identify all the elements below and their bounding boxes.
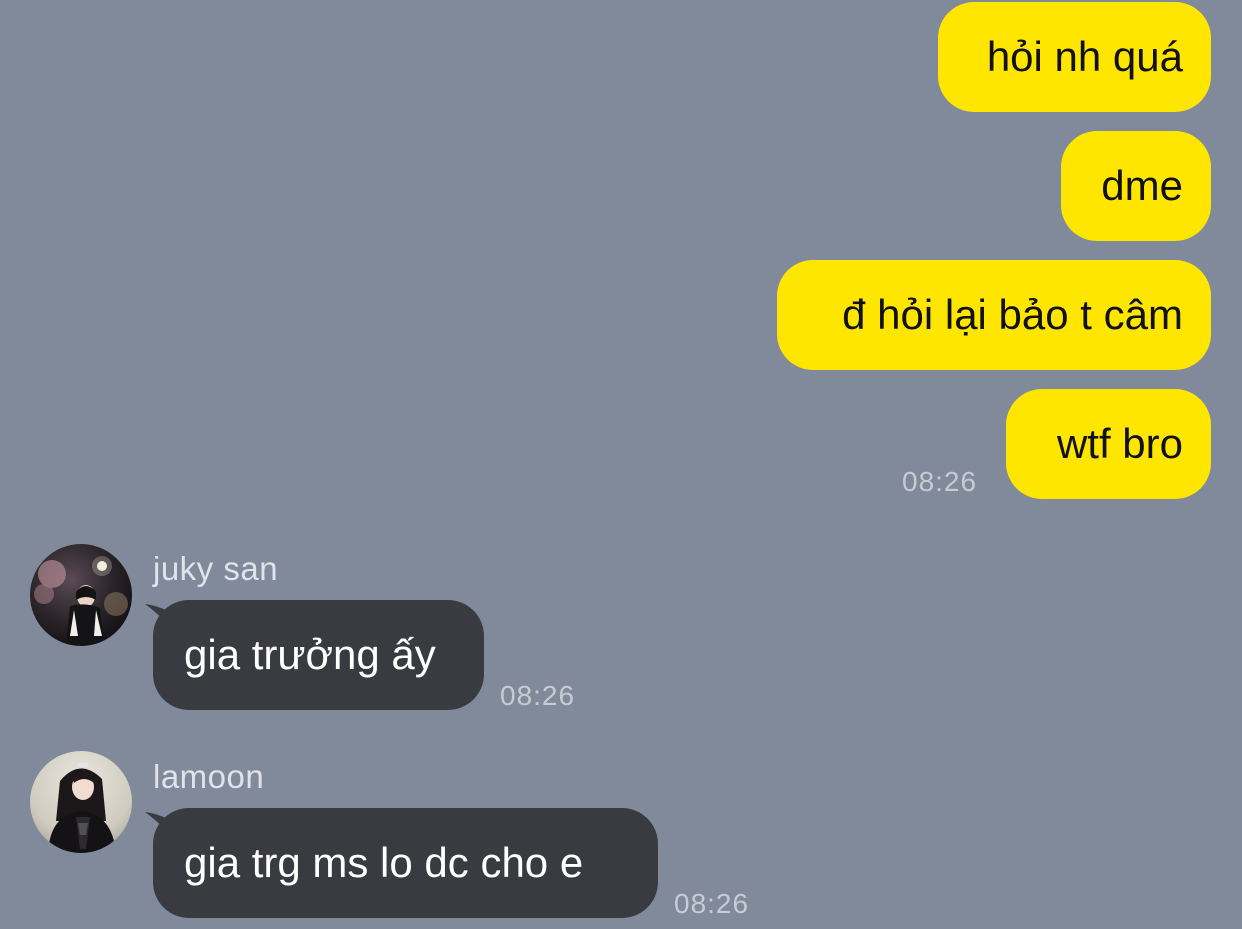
message-text: gia trg ms lo dc cho e <box>184 839 584 886</box>
incoming-message-bubble[interactable]: gia trưởng ấy <box>153 600 484 710</box>
outgoing-message-bubble[interactable]: hỏi nh quá <box>938 2 1211 112</box>
outgoing-message-bubble[interactable]: dme <box>1061 131 1211 241</box>
chat-thread: hỏi nh quá dme đ hỏi lại bảo t câm wtf b… <box>0 0 1242 929</box>
message-text: dme <box>1101 162 1183 209</box>
message-timestamp: 08:26 <box>500 680 576 711</box>
user-avatar-photo-icon <box>30 544 132 646</box>
outgoing-message-bubble[interactable]: đ hỏi lại bảo t câm <box>777 260 1211 370</box>
message-text: đ hỏi lại bảo t câm <box>842 291 1183 338</box>
sender-name: juky san <box>153 550 279 587</box>
message-timestamp: 08:26 <box>902 466 978 497</box>
user-avatar-photo-icon <box>30 751 132 853</box>
message-text: gia trưởng ấy <box>184 631 436 678</box>
outgoing-message-bubble[interactable]: wtf bro <box>1006 389 1211 499</box>
message-text: wtf bro <box>1056 420 1183 467</box>
incoming-message-bubble[interactable]: gia trg ms lo dc cho e <box>153 808 658 918</box>
message-text: hỏi nh quá <box>986 33 1183 80</box>
message-timestamp: 08:26 <box>674 888 750 919</box>
sender-name: lamoon <box>153 758 265 795</box>
avatar[interactable] <box>30 751 132 853</box>
avatar[interactable] <box>30 544 132 646</box>
